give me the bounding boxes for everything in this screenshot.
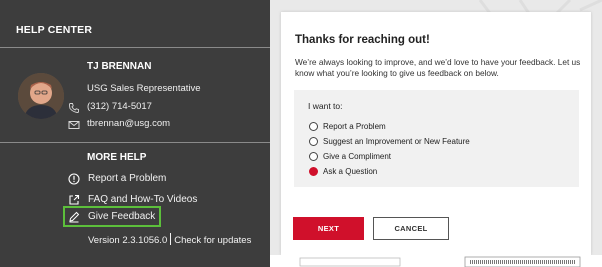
faq-videos-link[interactable]: FAQ and How-To Videos (68, 192, 197, 207)
help-center-title: HELP CENTER (16, 24, 93, 36)
radio-button[interactable] (309, 136, 318, 146)
radio-button[interactable] (309, 151, 318, 161)
divider (0, 142, 270, 143)
help-center-panel: HELP CENTER TJ BRENNAN USG Sales Represe… (0, 0, 270, 267)
option-give-compliment[interactable]: Give a Compliment (309, 150, 391, 162)
dialog-description: We’re always looking to improve, and we’… (295, 57, 581, 78)
option-label: Give a Compliment (323, 151, 392, 161)
feedback-type-form: I want to: Report a Problem Suggest an I… (294, 90, 579, 187)
option-ask-question[interactable]: Ask a Question (309, 165, 377, 177)
check-updates-link[interactable]: Check for updates (174, 235, 251, 246)
separator (170, 233, 172, 245)
mail-icon (68, 118, 80, 130)
radio-button[interactable] (309, 121, 318, 131)
option-report-problem[interactable]: Report a Problem (309, 120, 386, 132)
screen: HELP CENTER TJ BRENNAN USG Sales Represe… (0, 0, 602, 267)
option-label: Ask a Question (323, 166, 378, 176)
option-label: Report a Problem (323, 121, 386, 131)
version-line: Version 2.3.1056.0 Check for updates (88, 233, 251, 246)
form-label: I want to: (308, 101, 343, 111)
exclamation-circle-icon (68, 172, 80, 185)
radio-button-selected[interactable] (309, 166, 318, 176)
feedback-highlight-box (63, 206, 161, 227)
more-help-title: MORE HELP (87, 152, 147, 163)
phone-icon (68, 101, 80, 113)
contact-email[interactable]: tbrennan@usg.com (87, 118, 170, 129)
cancel-button[interactable]: CANCEL (373, 217, 449, 240)
avatar (18, 73, 64, 119)
link-label: FAQ and How-To Videos (88, 194, 198, 205)
version-text: Version 2.3.1056.0 (88, 235, 168, 246)
feedback-dialog: Thanks for reaching out! We’re always lo… (281, 12, 591, 255)
contact-phone[interactable]: (312) 714-5017 (87, 101, 152, 112)
external-link-icon (68, 194, 80, 206)
contact-role: USG Sales Representative (87, 83, 201, 94)
option-suggest-improvement[interactable]: Suggest an Improvement or New Feature (309, 135, 470, 147)
dialog-title: Thanks for reaching out! (295, 34, 430, 46)
link-label: Report a Problem (88, 173, 167, 184)
contact-name: TJ BRENNAN (87, 61, 152, 72)
option-label: Suggest an Improvement or New Feature (323, 136, 470, 146)
bottom-strip (270, 255, 602, 267)
next-button[interactable]: NEXT (293, 217, 364, 240)
report-problem-link[interactable]: Report a Problem (68, 171, 166, 186)
divider (0, 47, 270, 48)
